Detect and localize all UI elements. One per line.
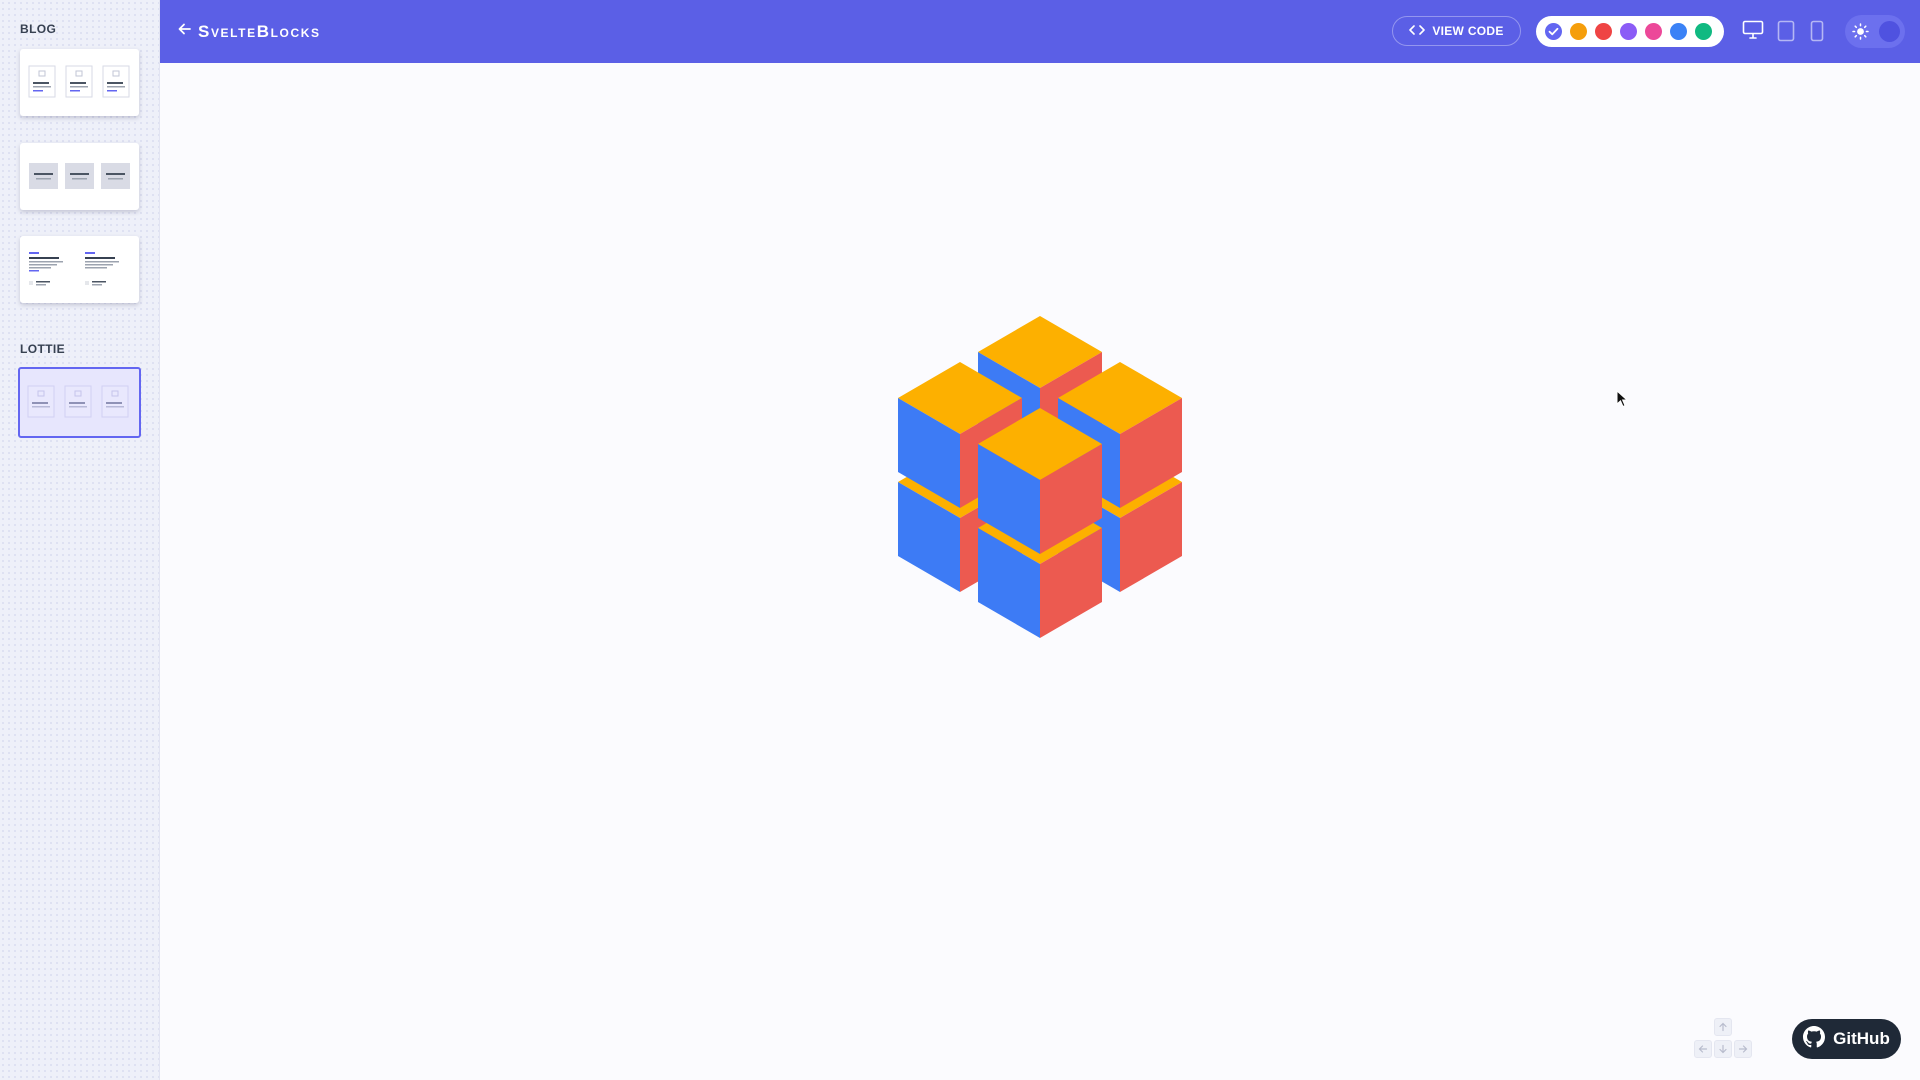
check-icon xyxy=(1548,27,1559,36)
brand-title: SvelteBlocks xyxy=(198,21,321,41)
color-swatch-amber[interactable] xyxy=(1570,23,1587,40)
toggle-knob xyxy=(1879,21,1900,42)
mobile-icon xyxy=(1810,20,1824,42)
tablet-view-button[interactable] xyxy=(1777,20,1795,47)
theme-toggle[interactable] xyxy=(1845,15,1905,48)
arrow-left-icon xyxy=(178,22,192,41)
mobile-view-button[interactable] xyxy=(1810,20,1824,47)
thumbnail-lottie-1[interactable] xyxy=(18,367,141,438)
thumbnail-blog-1[interactable] xyxy=(20,49,139,116)
color-swatch-pink[interactable] xyxy=(1645,23,1662,40)
view-code-button[interactable]: VIEW CODE xyxy=(1392,16,1521,46)
section-title-blog: BLOG xyxy=(20,22,57,36)
github-icon xyxy=(1803,1025,1826,1053)
top-bar: SvelteBlocks VIEW CODE xyxy=(160,0,1920,63)
arrow-down-key[interactable] xyxy=(1714,1040,1732,1058)
mouse-cursor-icon xyxy=(1616,389,1629,413)
color-swatch-indigo[interactable] xyxy=(1545,23,1562,40)
github-button[interactable]: GitHub xyxy=(1792,1019,1901,1059)
arrow-right-icon xyxy=(1738,1045,1748,1053)
color-swatch-purple[interactable] xyxy=(1620,23,1637,40)
thumbnail-blog-3[interactable] xyxy=(20,236,139,303)
arrow-left-icon xyxy=(1698,1045,1708,1053)
desktop-view-button[interactable] xyxy=(1742,20,1764,45)
color-swatch-green[interactable] xyxy=(1695,23,1712,40)
arrow-right-key[interactable] xyxy=(1734,1040,1752,1058)
arrow-down-icon xyxy=(1719,1044,1727,1054)
sidebar: BLOG LOTTIE xyxy=(0,0,160,1080)
view-code-label: VIEW CODE xyxy=(1432,24,1504,38)
thumbnail-blog-2[interactable] xyxy=(20,143,139,210)
arrow-up-key[interactable] xyxy=(1714,1018,1732,1036)
back-link[interactable]: SvelteBlocks xyxy=(178,0,321,63)
tablet-icon xyxy=(1777,20,1795,42)
sun-icon xyxy=(1852,23,1869,45)
color-swatch-red[interactable] xyxy=(1595,23,1612,40)
desktop-icon xyxy=(1742,20,1764,39)
arrow-left-key[interactable] xyxy=(1694,1040,1712,1058)
lottie-cube-animation xyxy=(880,316,1200,701)
arrow-up-icon xyxy=(1719,1022,1727,1032)
color-picker xyxy=(1536,16,1724,47)
section-title-lottie: LOTTIE xyxy=(20,342,66,356)
color-swatch-blue[interactable] xyxy=(1670,23,1687,40)
github-label: GitHub xyxy=(1833,1029,1890,1048)
code-icon xyxy=(1409,24,1426,39)
